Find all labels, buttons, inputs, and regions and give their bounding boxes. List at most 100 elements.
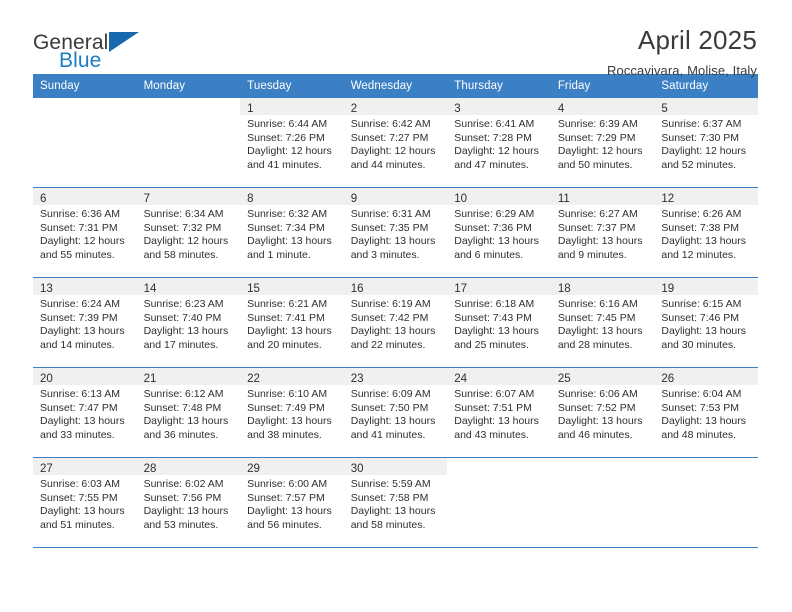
- calendar-day-cell[interactable]: 12 Sunrise: 6:26 AM Sunset: 7:38 PM Dayligh…: [654, 187, 758, 278]
- calendar-wrapper: Sunday Monday Tuesday Wednesday Thursday…: [0, 74, 792, 548]
- day-number-band: 5: [654, 98, 758, 115]
- calendar-day-cell[interactable]: 26 Sunrise: 6:04 AM Sunset: 7:53 PM Dayligh…: [654, 367, 758, 458]
- day-cell-inner: 8 Sunrise: 6:32 AM Sunset: 7:34 PM Daylight…: [240, 188, 344, 277]
- calendar-page: General Blue April 2025 Roccavivara, Mol…: [0, 0, 792, 612]
- calendar-day-cell[interactable]: 1 Sunrise: 6:44 AM Sunset: 7:26 PM Daylight…: [240, 98, 344, 188]
- day-number-band: 24: [447, 368, 551, 385]
- calendar-day-cell[interactable]: 7 Sunrise: 6:34 AM Sunset: 7:32 PM Daylight…: [136, 187, 241, 278]
- sunrise-text: Sunrise: 6:24 AM: [40, 298, 120, 310]
- sunset-text: Sunset: 7:45 PM: [557, 311, 636, 324]
- day-number: 5: [661, 103, 668, 115]
- calendar-day-cell[interactable]: 5 Sunrise: 6:37 AM Sunset: 7:30 PM Daylight…: [654, 98, 758, 188]
- calendar-day-cell[interactable]: 29 Sunrise: 6:00 AM Sunset: 7:57 PM Dayligh…: [240, 457, 344, 548]
- day-details: Sunrise: 6:41 AM Sunset: 7:28 PM Daylight:…: [447, 115, 551, 172]
- sunrise-text: Sunrise: 6:10 AM: [247, 388, 328, 400]
- day-cell-inner: 7 Sunrise: 6:34 AM Sunset: 7:32 PM Daylight…: [136, 188, 241, 277]
- day-cell-inner: 1 Sunrise: 6:44 AM Sunset: 7:26 PM Daylight…: [240, 98, 344, 187]
- day-cell-inner: 18 Sunrise: 6:16 AM Sunset: 7:45 PM Dayligh…: [550, 278, 655, 367]
- sunrise-text: Sunrise: 6:00 AM: [247, 478, 328, 490]
- daylight-text-line2: and 50 minutes.: [557, 158, 633, 171]
- sunrise-text: Sunrise: 6:42 AM: [350, 118, 431, 130]
- day-details: Sunrise: 6:03 AM Sunset: 7:55 PM Daylight:…: [33, 475, 137, 532]
- day-number-band: 21: [136, 368, 241, 385]
- day-details: Sunrise: 6:06 AM Sunset: 7:52 PM Daylight:…: [551, 385, 655, 442]
- weekday-header-monday: Monday: [136, 74, 241, 98]
- sunset-text: Sunset: 7:43 PM: [454, 311, 532, 324]
- day-details: Sunrise: 6:34 AM Sunset: 7:32 PM Daylight:…: [137, 205, 241, 262]
- calendar-day-cell[interactable]: 21 Sunrise: 6:12 AM Sunset: 7:48 PM Dayligh…: [136, 367, 241, 458]
- day-cell-inner: 2 Sunrise: 6:42 AM Sunset: 7:27 PM Daylight…: [343, 98, 448, 187]
- daylight-text-line2: and 33 minutes.: [40, 428, 115, 441]
- calendar-day-cell[interactable]: 13 Sunrise: 6:24 AM Sunset: 7:39 PM Dayligh…: [33, 277, 137, 368]
- daylight-text-line2: and 20 minutes.: [247, 338, 322, 351]
- day-number-band: 28: [136, 458, 241, 475]
- day-details: Sunrise: 6:10 AM Sunset: 7:49 PM Daylight:…: [240, 385, 344, 442]
- daylight-text-line2: and 52 minutes.: [661, 158, 737, 171]
- calendar-day-cell[interactable]: 16 Sunrise: 6:19 AM Sunset: 7:42 PM Dayligh…: [343, 277, 448, 368]
- day-number: 23: [350, 373, 364, 385]
- day-number-band: [33, 98, 137, 115]
- daylight-text-line2: and 28 minutes.: [557, 338, 633, 351]
- calendar-day-cell[interactable]: 6 Sunrise: 6:36 AM Sunset: 7:31 PM Daylight…: [33, 187, 137, 278]
- daylight-text-line1: Daylight: 13 hours: [143, 415, 229, 428]
- day-number-band: 29: [240, 458, 344, 475]
- day-number: 9: [350, 193, 358, 205]
- sunrise-text: Sunrise: 6:21 AM: [247, 298, 328, 310]
- day-number-band: 27: [33, 458, 137, 475]
- calendar-day-cell[interactable]: 4 Sunrise: 6:39 AM Sunset: 7:29 PM Daylight…: [550, 98, 655, 188]
- daylight-text-line1: Daylight: 13 hours: [143, 325, 229, 338]
- day-number: 2: [350, 103, 358, 115]
- day-details: Sunrise: 6:26 AM Sunset: 7:38 PM Daylight:…: [654, 205, 758, 262]
- day-cell-inner: 29 Sunrise: 6:00 AM Sunset: 7:57 PM Dayligh…: [240, 458, 344, 547]
- calendar-day-cell[interactable]: 9 Sunrise: 6:31 AM Sunset: 7:35 PM Daylight…: [343, 187, 448, 278]
- day-details: Sunrise: 6:00 AM Sunset: 7:57 PM Daylight:…: [240, 475, 344, 532]
- calendar-day-cell[interactable]: 23 Sunrise: 6:09 AM Sunset: 7:50 PM Dayligh…: [343, 367, 448, 458]
- calendar-day-cell[interactable]: 22 Sunrise: 6:10 AM Sunset: 7:49 PM Dayligh…: [240, 367, 344, 458]
- sunset-text: Sunset: 7:26 PM: [247, 131, 325, 144]
- calendar-table: Sunday Monday Tuesday Wednesday Thursday…: [33, 74, 758, 548]
- calendar-day-cell[interactable]: 17 Sunrise: 6:18 AM Sunset: 7:43 PM Dayligh…: [447, 277, 551, 368]
- calendar-day-cell[interactable]: 27 Sunrise: 6:03 AM Sunset: 7:55 PM Dayligh…: [33, 457, 137, 548]
- day-number: 19: [661, 283, 675, 295]
- calendar-day-cell[interactable]: 25 Sunrise: 6:06 AM Sunset: 7:52 PM Dayligh…: [550, 367, 655, 458]
- daylight-text-line1: Daylight: 13 hours: [661, 235, 747, 248]
- daylight-text-line1: Daylight: 13 hours: [247, 505, 332, 518]
- calendar-day-cell[interactable]: 28 Sunrise: 6:02 AM Sunset: 7:56 PM Dayligh…: [136, 457, 241, 548]
- calendar-day-cell[interactable]: 2 Sunrise: 6:42 AM Sunset: 7:27 PM Daylight…: [343, 98, 448, 188]
- brand-name-blue: Blue: [59, 49, 102, 72]
- day-number: 10: [454, 193, 468, 205]
- sunset-text: Sunset: 7:28 PM: [454, 131, 532, 144]
- daylight-text-line2: and 22 minutes.: [350, 338, 426, 351]
- calendar-day-cell[interactable]: 19 Sunrise: 6:15 AM Sunset: 7:46 PM Dayligh…: [654, 277, 758, 368]
- day-number: 22: [247, 373, 260, 385]
- daylight-text-line1: Daylight: 13 hours: [350, 505, 436, 518]
- calendar-day-cell[interactable]: 20 Sunrise: 6:13 AM Sunset: 7:47 PM Dayligh…: [33, 367, 137, 458]
- brand-logo[interactable]: General Blue: [33, 26, 139, 72]
- calendar-empty-cell: [33, 98, 137, 188]
- calendar-day-cell[interactable]: 3 Sunrise: 6:41 AM Sunset: 7:28 PM Daylight…: [447, 98, 551, 188]
- calendar-day-cell[interactable]: 24 Sunrise: 6:07 AM Sunset: 7:51 PM Dayligh…: [447, 367, 551, 458]
- sunrise-text: Sunrise: 6:02 AM: [143, 478, 224, 490]
- day-number-band: 19: [654, 278, 758, 295]
- sunrise-text: Sunrise: 6:18 AM: [454, 298, 535, 310]
- day-number-band: 3: [447, 98, 551, 115]
- day-details: Sunrise: 6:23 AM Sunset: 7:40 PM Daylight:…: [137, 295, 241, 352]
- calendar-day-cell[interactable]: 8 Sunrise: 6:32 AM Sunset: 7:34 PM Daylight…: [240, 187, 344, 278]
- day-number: 4: [557, 103, 565, 115]
- day-details: Sunrise: 6:42 AM Sunset: 7:27 PM Daylight:…: [344, 115, 448, 172]
- day-cell-inner: 5 Sunrise: 6:37 AM Sunset: 7:30 PM Daylight…: [654, 98, 758, 187]
- day-number: 30: [350, 463, 364, 475]
- day-number-band: [447, 458, 551, 475]
- daylight-text-line1: Daylight: 13 hours: [557, 325, 643, 338]
- calendar-day-cell[interactable]: 10 Sunrise: 6:29 AM Sunset: 7:36 PM Dayligh…: [447, 187, 551, 278]
- calendar-day-cell[interactable]: 15 Sunrise: 6:21 AM Sunset: 7:41 PM Dayligh…: [240, 277, 344, 368]
- title-block: April 2025 Roccavivara, Molise, Italy: [607, 25, 757, 78]
- calendar-day-cell[interactable]: 11 Sunrise: 6:27 AM Sunset: 7:37 PM Dayligh…: [550, 187, 655, 278]
- calendar-day-cell[interactable]: 14 Sunrise: 6:23 AM Sunset: 7:40 PM Dayligh…: [136, 277, 241, 368]
- day-number-band: 20: [33, 368, 137, 385]
- sunrise-text: Sunrise: 6:32 AM: [247, 208, 328, 220]
- daylight-text-line1: Daylight: 13 hours: [557, 235, 643, 248]
- calendar-day-cell[interactable]: 30 Sunrise: 5:59 AM Sunset: 7:58 PM Dayligh…: [343, 457, 448, 548]
- calendar-day-cell[interactable]: 18 Sunrise: 6:16 AM Sunset: 7:45 PM Dayligh…: [550, 277, 655, 368]
- sunset-text: Sunset: 7:35 PM: [350, 221, 429, 234]
